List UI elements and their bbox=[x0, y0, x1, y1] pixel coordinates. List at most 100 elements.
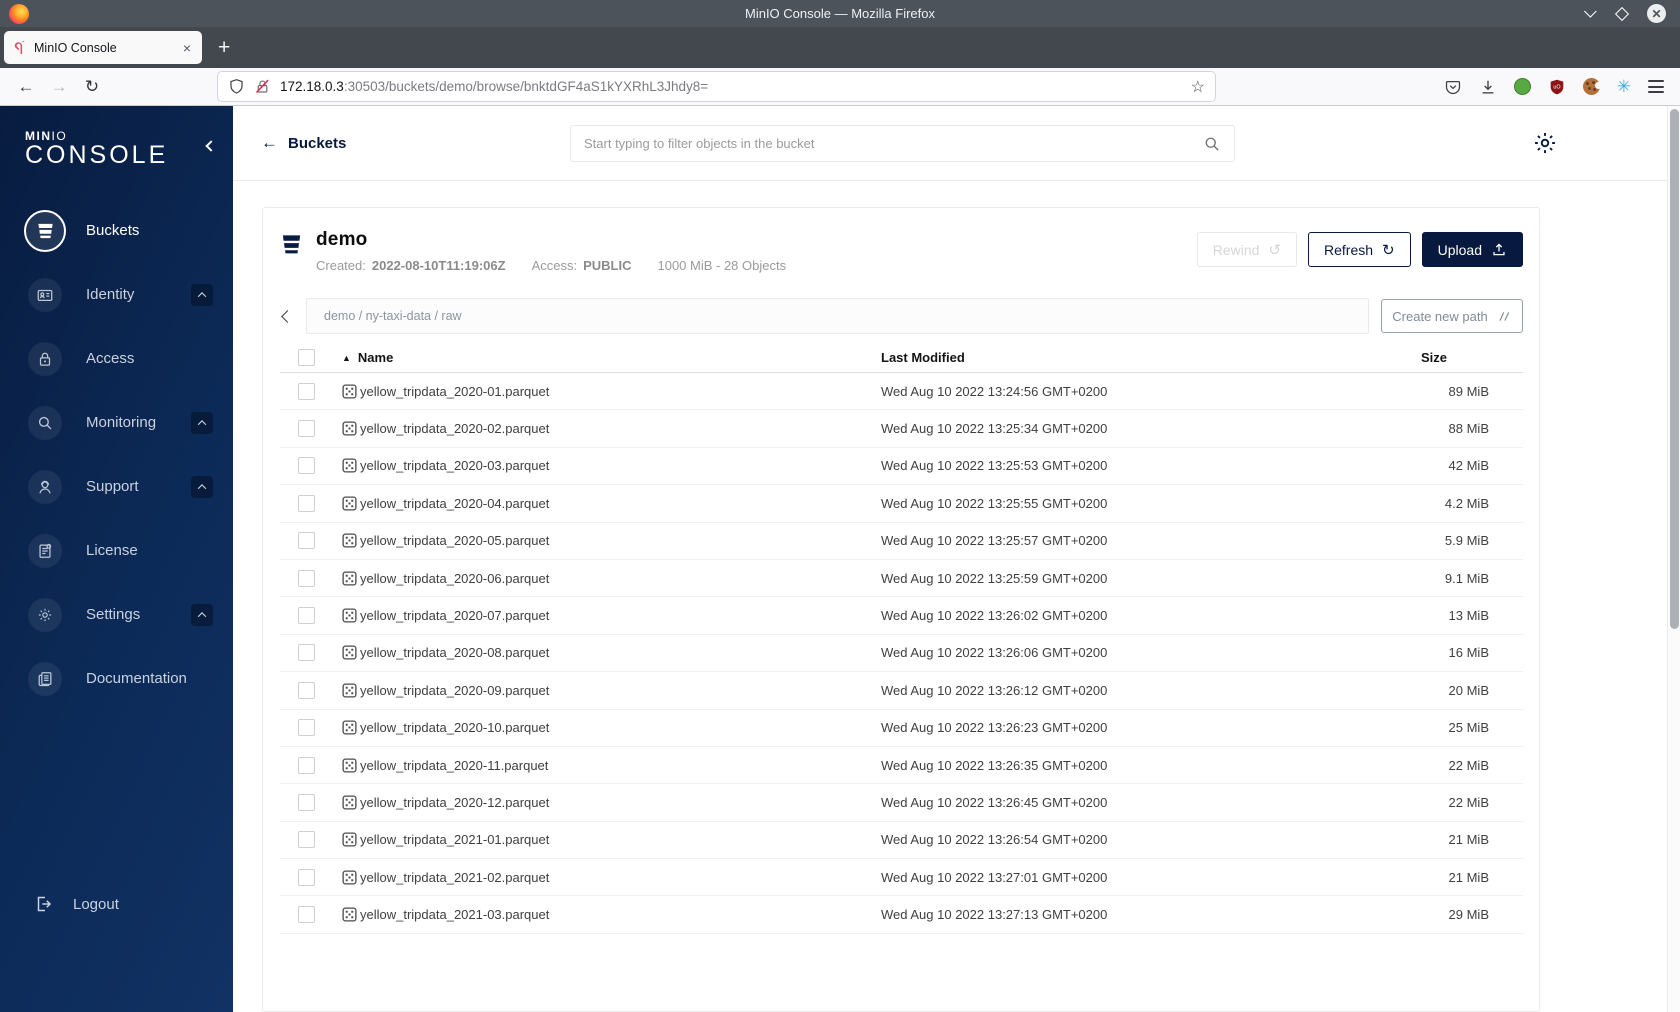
row-checkbox[interactable] bbox=[298, 681, 315, 699]
bookmark-star-icon[interactable]: ☆ bbox=[1191, 77, 1205, 97]
back-arrow-icon: ← bbox=[261, 133, 278, 152]
chevron-up-icon[interactable] bbox=[191, 411, 213, 434]
object-size: 4.2 MiB bbox=[1444, 495, 1489, 511]
sidebar-item-monitoring[interactable]: Monitoring bbox=[0, 391, 233, 455]
url-host: 172.18.0.3 bbox=[280, 79, 344, 94]
object-name[interactable]: yellow_tripdata_2020-12.parquet bbox=[360, 795, 881, 810]
object-name[interactable]: yellow_tripdata_2020-03.parquet bbox=[360, 458, 881, 473]
browser-tab[interactable]: MinIO Console × bbox=[4, 31, 202, 64]
object-size: 16 MiB bbox=[1448, 645, 1489, 661]
extension-green-icon[interactable] bbox=[1513, 78, 1531, 95]
menu-hamburger-icon[interactable] bbox=[1648, 80, 1664, 93]
column-header-name[interactable]: ▲ Name bbox=[342, 350, 881, 365]
search-input[interactable] bbox=[584, 136, 1203, 151]
sidebar-item-documentation[interactable]: Documentation bbox=[0, 647, 233, 711]
back-to-buckets-link[interactable]: ← Buckets bbox=[261, 133, 346, 153]
object-filter-search bbox=[570, 125, 1235, 162]
object-size: 25 MiB bbox=[1448, 720, 1489, 736]
object-name[interactable]: yellow_tripdata_2020-07.parquet bbox=[360, 608, 881, 623]
row-checkbox[interactable] bbox=[298, 644, 315, 662]
refresh-icon: ↻ bbox=[1382, 240, 1395, 259]
shield-permissions-icon[interactable] bbox=[228, 78, 245, 95]
browser-forward-icon[interactable]: → bbox=[45, 73, 73, 101]
objects-table: ▲ Name Last Modified Size yellow_tripdat… bbox=[280, 343, 1523, 934]
path-back-icon[interactable] bbox=[280, 309, 294, 323]
new-tab-button[interactable]: + bbox=[218, 36, 230, 60]
sidebar-item-license[interactable]: License bbox=[0, 519, 233, 583]
object-size: 9.1 MiB bbox=[1444, 570, 1489, 586]
sidebar-item-settings[interactable]: Settings bbox=[0, 583, 233, 647]
row-checkbox[interactable] bbox=[298, 457, 315, 475]
window-titlebar: MinIO Console — Mozilla Firefox ✕ bbox=[0, 0, 1680, 27]
row-checkbox[interactable] bbox=[298, 607, 315, 625]
object-size: 5.9 MiB bbox=[1444, 533, 1489, 549]
select-all-checkbox[interactable] bbox=[298, 349, 315, 366]
row-checkbox[interactable] bbox=[298, 756, 315, 774]
refresh-button[interactable]: Refresh ↻ bbox=[1308, 232, 1411, 267]
row-checkbox[interactable] bbox=[298, 494, 315, 512]
object-last-modified: Wed Aug 10 2022 13:26:12 GMT+0200 bbox=[881, 682, 1108, 698]
row-checkbox[interactable] bbox=[298, 906, 315, 924]
chevron-up-icon[interactable] bbox=[191, 283, 213, 306]
window-close-icon[interactable]: ✕ bbox=[1647, 4, 1666, 23]
browser-back-icon[interactable]: ← bbox=[12, 73, 40, 101]
row-checkbox[interactable] bbox=[298, 382, 315, 400]
object-name[interactable]: yellow_tripdata_2021-02.parquet bbox=[360, 870, 881, 885]
object-last-modified: Wed Aug 10 2022 13:26:35 GMT+0200 bbox=[881, 757, 1108, 773]
row-checkbox[interactable] bbox=[298, 420, 315, 438]
upload-button[interactable]: Upload bbox=[1421, 232, 1523, 267]
object-name[interactable]: yellow_tripdata_2021-03.parquet bbox=[360, 907, 881, 922]
object-name[interactable]: yellow_tripdata_2020-09.parquet bbox=[360, 683, 881, 698]
bucket-browser-card: demo Created: 2022-08-10T11:19:06Z Acces… bbox=[262, 207, 1540, 1012]
object-name[interactable]: yellow_tripdata_2020-08.parquet bbox=[360, 645, 881, 660]
sidebar-item-identity[interactable]: Identity bbox=[0, 263, 233, 327]
object-last-modified: Wed Aug 10 2022 13:24:56 GMT+0200 bbox=[881, 383, 1108, 399]
content-scrollbar[interactable] bbox=[1667, 106, 1680, 1012]
object-name[interactable]: yellow_tripdata_2020-10.parquet bbox=[360, 720, 881, 735]
scrollbar-thumb[interactable] bbox=[1670, 109, 1679, 629]
ublock-origin-icon[interactable]: uO bbox=[1548, 78, 1566, 96]
row-checkbox[interactable] bbox=[298, 719, 315, 737]
rewind-button[interactable]: Rewind ↺ bbox=[1196, 232, 1298, 267]
url-bar[interactable]: 172.18.0.3:30503/buckets/demo/browse/bnk… bbox=[218, 72, 1215, 101]
breadcrumb[interactable]: demo / ny-taxi-data / raw bbox=[306, 298, 1369, 334]
parquet-file-icon bbox=[342, 683, 360, 698]
table-row: yellow_tripdata_2020-11.parquet Wed Aug … bbox=[280, 747, 1523, 785]
cookie-extension-icon[interactable] bbox=[1582, 78, 1602, 95]
object-name[interactable]: yellow_tripdata_2020-11.parquet bbox=[360, 758, 881, 773]
downloads-icon[interactable] bbox=[1479, 78, 1497, 96]
object-name[interactable]: yellow_tripdata_2020-01.parquet bbox=[360, 384, 881, 399]
pocket-icon[interactable] bbox=[1444, 78, 1462, 96]
tab-close-icon[interactable]: × bbox=[181, 40, 193, 56]
sidebar-item-logout[interactable]: Logout bbox=[0, 884, 233, 924]
chevron-up-icon[interactable] bbox=[191, 475, 213, 498]
object-name[interactable]: yellow_tripdata_2020-06.parquet bbox=[360, 571, 881, 586]
object-name[interactable]: yellow_tripdata_2020-05.parquet bbox=[360, 533, 881, 548]
access-label: Access: bbox=[531, 258, 578, 273]
sidebar-collapse-icon[interactable] bbox=[205, 140, 217, 152]
sidebar-item-buckets[interactable]: Buckets bbox=[0, 199, 233, 263]
object-name[interactable]: yellow_tripdata_2020-04.parquet bbox=[360, 496, 881, 511]
window-maximize-icon[interactable] bbox=[1614, 6, 1630, 21]
sidebar-item-support[interactable]: Support bbox=[0, 455, 233, 519]
object-size: 20 MiB bbox=[1448, 682, 1489, 698]
access-value: PUBLIC bbox=[583, 258, 632, 273]
container-asterisk-icon[interactable]: ✳ bbox=[1617, 78, 1631, 95]
insecure-lock-icon[interactable] bbox=[254, 78, 271, 95]
row-checkbox[interactable] bbox=[298, 831, 315, 849]
column-header-last-modified[interactable]: Last Modified bbox=[881, 350, 1421, 365]
parquet-file-icon bbox=[342, 458, 360, 474]
column-header-size[interactable]: Size bbox=[1421, 350, 1523, 365]
row-checkbox[interactable] bbox=[298, 793, 315, 811]
sidebar-item-access[interactable]: Access bbox=[0, 327, 233, 391]
create-new-path-button[interactable]: Create new path bbox=[1381, 299, 1523, 333]
row-checkbox[interactable] bbox=[298, 868, 315, 886]
row-checkbox[interactable] bbox=[298, 532, 315, 550]
url-text[interactable]: 172.18.0.3:30503/buckets/demo/browse/bnk… bbox=[280, 79, 1182, 94]
row-checkbox[interactable] bbox=[298, 569, 315, 587]
browser-reload-icon[interactable]: ↻ bbox=[78, 73, 106, 101]
object-name[interactable]: yellow_tripdata_2020-02.parquet bbox=[360, 421, 881, 436]
chevron-up-icon[interactable] bbox=[191, 603, 213, 626]
settings-gear-icon[interactable] bbox=[1532, 130, 1558, 156]
object-name[interactable]: yellow_tripdata_2021-01.parquet bbox=[360, 832, 881, 847]
